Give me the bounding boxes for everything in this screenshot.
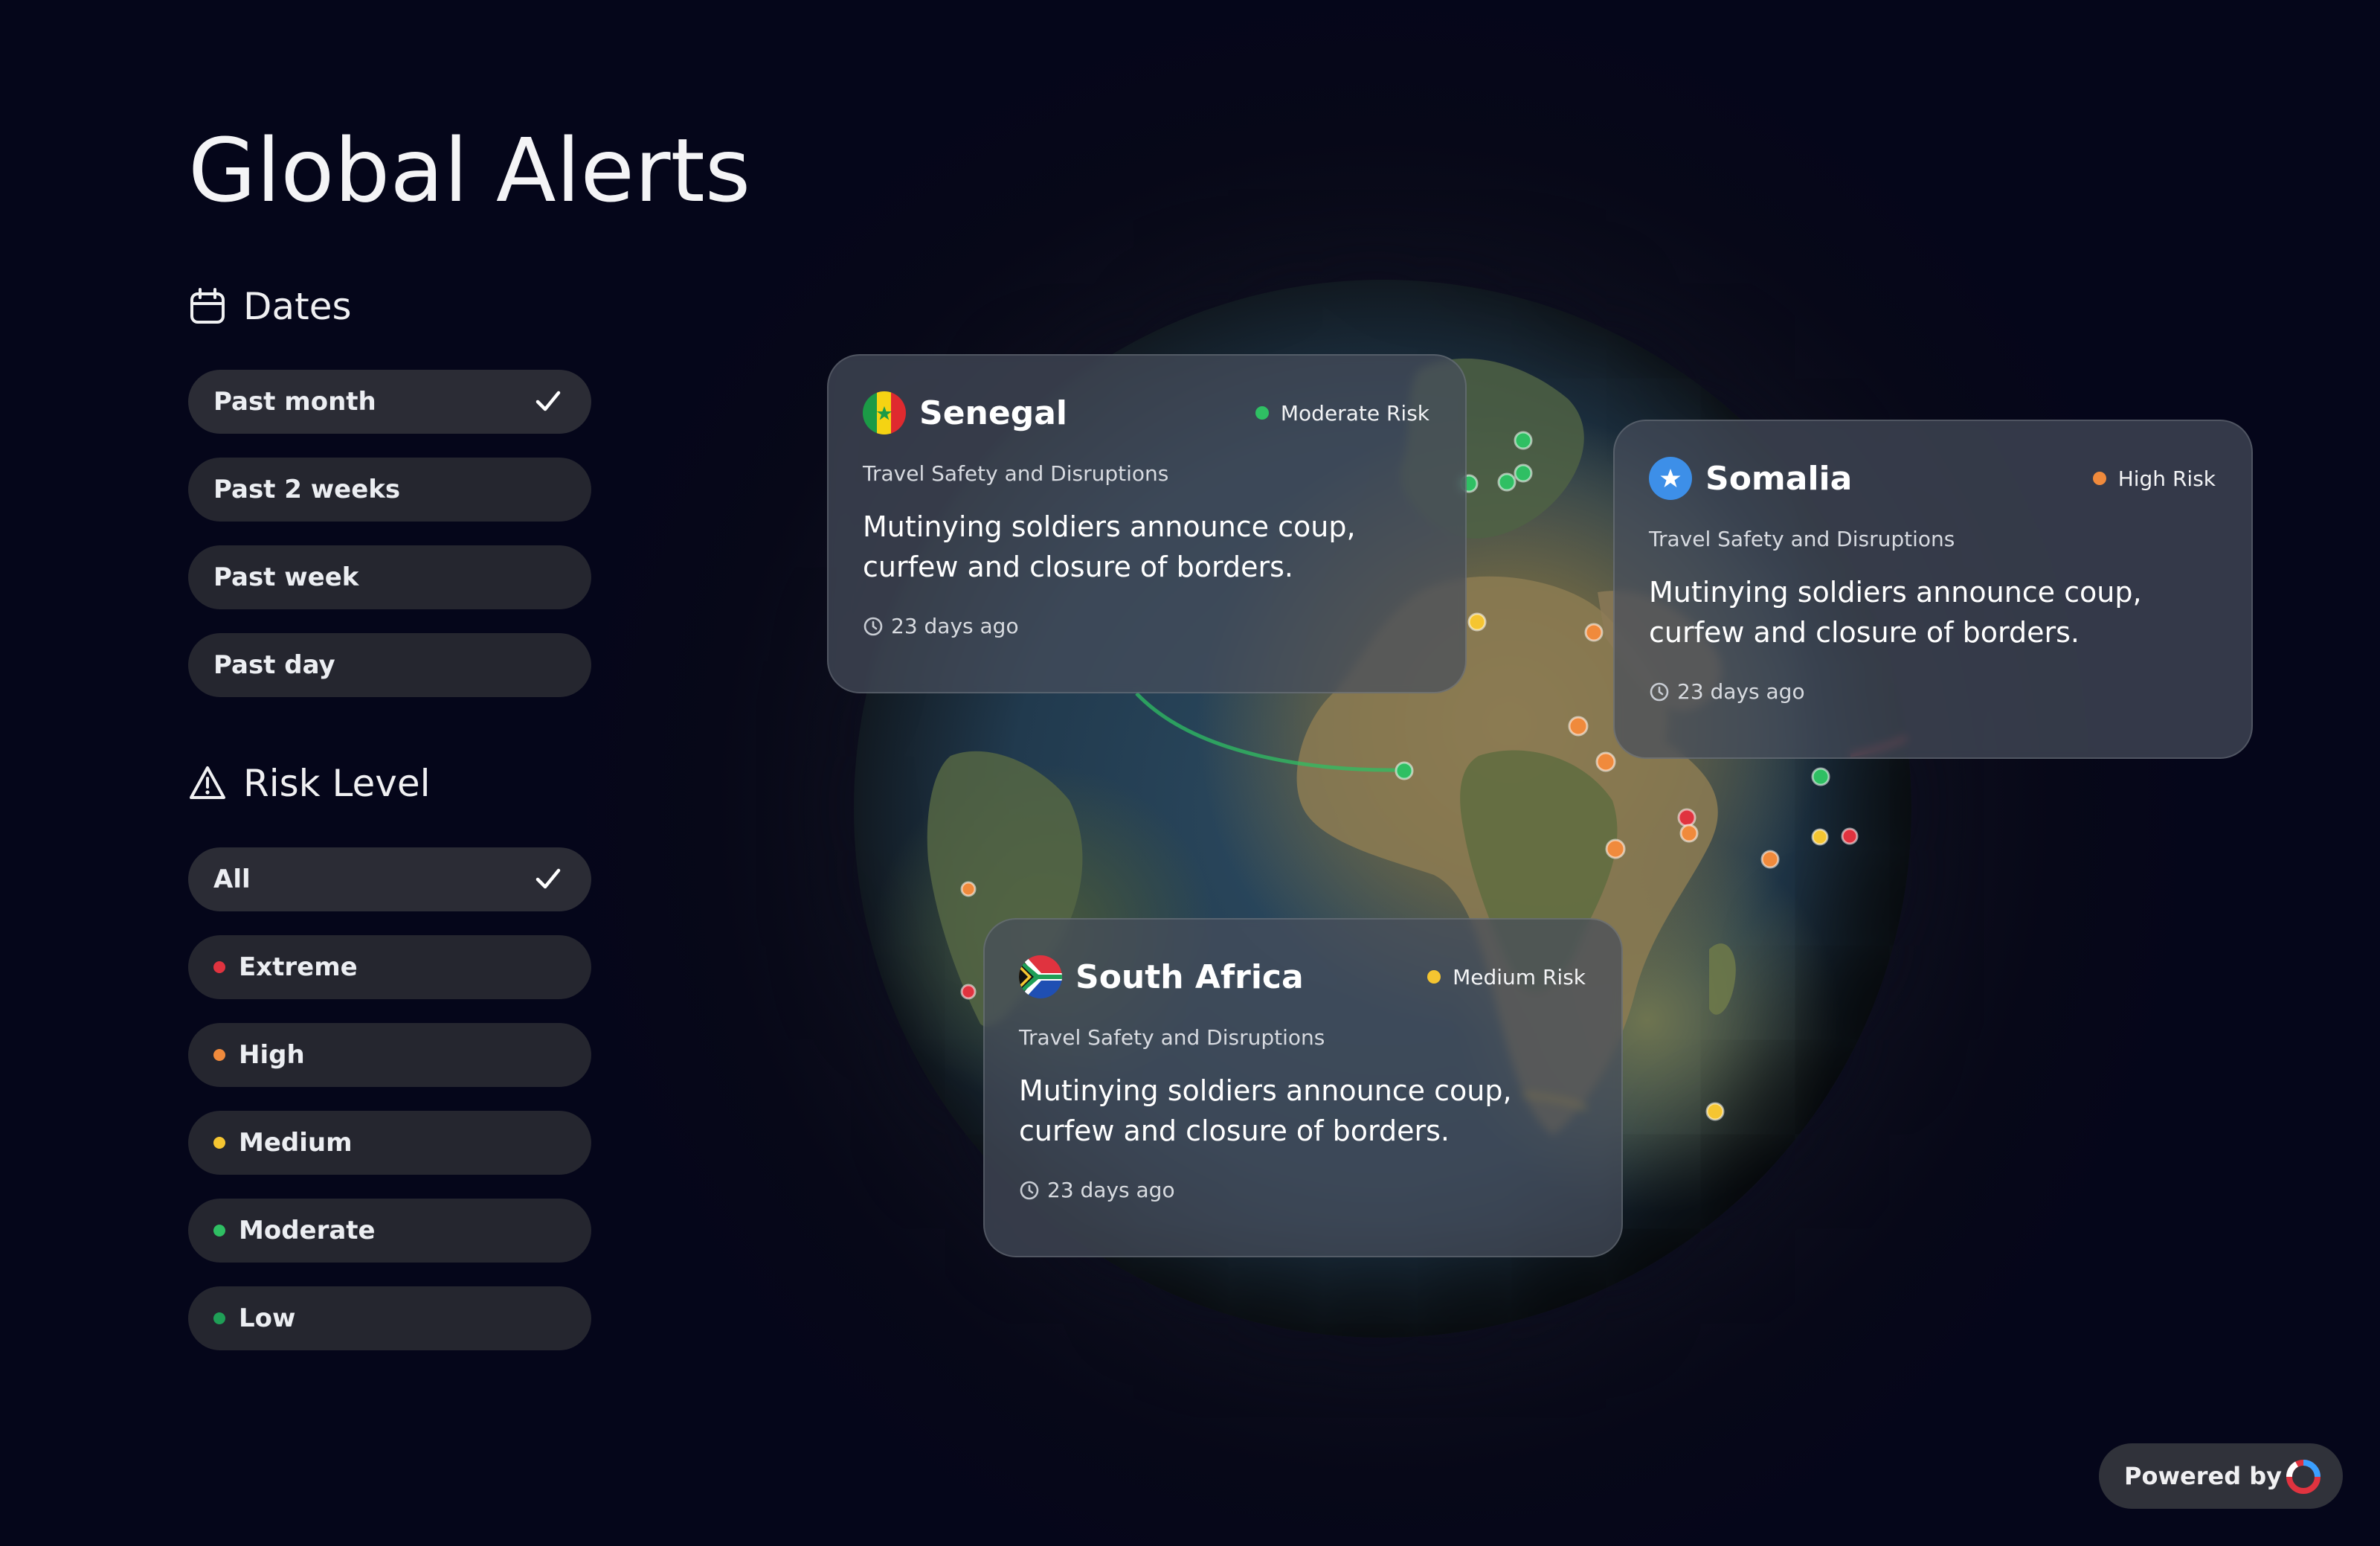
clock-icon bbox=[1020, 1181, 1039, 1199]
dates-heading: Dates bbox=[188, 285, 352, 328]
risk-option-label: Extreme bbox=[239, 952, 358, 982]
marker-high[interactable] bbox=[1679, 824, 1699, 843]
clock-icon bbox=[863, 617, 883, 635]
alert-country: Somalia bbox=[1705, 459, 1853, 498]
alert-timestamp: 23 days ago bbox=[863, 614, 1429, 638]
marker-extreme[interactable] bbox=[1677, 808, 1696, 827]
alert-category: Travel Safety and Disruptions bbox=[1019, 1025, 1325, 1050]
marker-moderate[interactable] bbox=[1811, 767, 1830, 786]
marker-high[interactable] bbox=[960, 881, 977, 897]
dates-label: Dates bbox=[243, 285, 352, 328]
alert-timestamp: 23 days ago bbox=[1649, 679, 2216, 704]
risk-filter-list: All Extreme High Medium Moderate Low bbox=[188, 847, 591, 1374]
marker-medium[interactable] bbox=[1705, 1102, 1725, 1121]
alert-card-senegal[interactable]: Senegal Moderate Risk Travel Safety and … bbox=[827, 354, 1467, 693]
risk-badge: High Risk bbox=[2092, 466, 2216, 491]
low-dot-icon bbox=[213, 1312, 225, 1324]
page-title: Global Alerts bbox=[188, 119, 751, 222]
dates-filter-list: Past month Past 2 weeks Past week Past d… bbox=[188, 370, 591, 721]
warning-icon bbox=[190, 766, 225, 799]
risk-option-label: Low bbox=[239, 1303, 296, 1333]
checkmark-icon bbox=[536, 391, 561, 411]
risk-option-low[interactable]: Low bbox=[188, 1286, 591, 1350]
alert-country: South Africa bbox=[1075, 958, 1304, 996]
risk-option-label: High bbox=[239, 1040, 305, 1070]
clock-icon bbox=[1650, 682, 1669, 701]
marker-high[interactable] bbox=[1760, 850, 1780, 869]
date-option-past-2-weeks[interactable]: Past 2 weeks bbox=[188, 458, 591, 522]
powered-by-badge[interactable]: Powered by bbox=[2099, 1443, 2343, 1509]
risk-label: Medium Risk bbox=[1453, 964, 1586, 989]
risk-option-moderate[interactable]: Moderate bbox=[188, 1199, 591, 1263]
marker-moderate[interactable] bbox=[1395, 761, 1414, 780]
moderate-dot-icon bbox=[213, 1225, 225, 1237]
date-option-label: Past month bbox=[213, 387, 376, 417]
risk-option-extreme[interactable]: Extreme bbox=[188, 935, 591, 999]
alert-time-label: 23 days ago bbox=[1677, 679, 1805, 704]
alert-time-label: 23 days ago bbox=[1047, 1178, 1175, 1202]
marker-extreme[interactable] bbox=[1841, 827, 1859, 845]
risk-badge: Moderate Risk bbox=[1255, 401, 1429, 426]
marker-moderate[interactable] bbox=[1497, 472, 1517, 492]
marker-medium[interactable] bbox=[1811, 828, 1829, 846]
somalia-flag-icon bbox=[1649, 457, 1692, 500]
powered-by-label: Powered by bbox=[2124, 1462, 2282, 1490]
marker-moderate[interactable] bbox=[1514, 431, 1533, 450]
high-dot-icon bbox=[213, 1049, 225, 1061]
risk-option-all[interactable]: All bbox=[188, 847, 591, 911]
brand-logo-icon bbox=[2286, 1460, 2320, 1494]
risk-label: High Risk bbox=[2117, 466, 2216, 491]
alert-country: Senegal bbox=[919, 394, 1067, 432]
risk-level-label: Risk Level bbox=[243, 762, 431, 805]
marker-high[interactable] bbox=[1568, 716, 1589, 737]
medium-dot-icon bbox=[213, 1137, 225, 1149]
risk-label: Moderate Risk bbox=[1280, 400, 1429, 426]
risk-level-heading: Risk Level bbox=[188, 762, 431, 805]
marker-high[interactable] bbox=[1595, 751, 1616, 772]
south-africa-flag-icon bbox=[1019, 955, 1062, 998]
date-option-past-week[interactable]: Past week bbox=[188, 545, 591, 609]
alert-category: Travel Safety and Disruptions bbox=[863, 461, 1169, 486]
risk-option-label: Medium bbox=[239, 1128, 353, 1158]
marker-extreme[interactable] bbox=[960, 984, 977, 1000]
checkmark-icon bbox=[536, 868, 561, 889]
marker-moderate[interactable] bbox=[1514, 464, 1533, 483]
risk-option-label: All bbox=[213, 865, 251, 894]
alert-headline: Mutinying soldiers announce coup, curfew… bbox=[1649, 576, 2142, 649]
risk-badge: Medium Risk bbox=[1427, 965, 1586, 989]
marker-high[interactable] bbox=[1605, 838, 1626, 859]
calendar-icon bbox=[190, 288, 225, 324]
date-option-label: Past day bbox=[213, 650, 335, 680]
date-option-label: Past week bbox=[213, 562, 359, 592]
marker-medium[interactable] bbox=[1467, 612, 1487, 632]
date-option-past-month[interactable]: Past month bbox=[188, 370, 591, 434]
alert-category: Travel Safety and Disruptions bbox=[1649, 527, 1955, 551]
senegal-flag-icon bbox=[863, 391, 906, 434]
date-option-past-day[interactable]: Past day bbox=[188, 633, 591, 697]
risk-option-high[interactable]: High bbox=[188, 1023, 591, 1087]
alert-headline: Mutinying soldiers announce coup, curfew… bbox=[1019, 1074, 1512, 1147]
high-dot-icon bbox=[2092, 472, 2106, 485]
marker-high[interactable] bbox=[1584, 623, 1604, 642]
alert-card-south-africa[interactable]: South Africa Medium Risk Travel Safety a… bbox=[983, 918, 1623, 1257]
moderate-dot-icon bbox=[1255, 406, 1269, 420]
date-option-label: Past 2 weeks bbox=[213, 475, 401, 504]
alert-card-somalia[interactable]: Somalia High Risk Travel Safety and Disr… bbox=[1613, 420, 2253, 759]
alert-headline: Mutinying soldiers announce coup, curfew… bbox=[863, 510, 1356, 583]
alert-timestamp: 23 days ago bbox=[1019, 1178, 1586, 1202]
extreme-dot-icon bbox=[213, 961, 225, 973]
risk-option-medium[interactable]: Medium bbox=[188, 1111, 591, 1175]
alert-time-label: 23 days ago bbox=[891, 614, 1019, 638]
medium-dot-icon bbox=[1427, 970, 1441, 984]
risk-option-label: Moderate bbox=[239, 1216, 376, 1245]
